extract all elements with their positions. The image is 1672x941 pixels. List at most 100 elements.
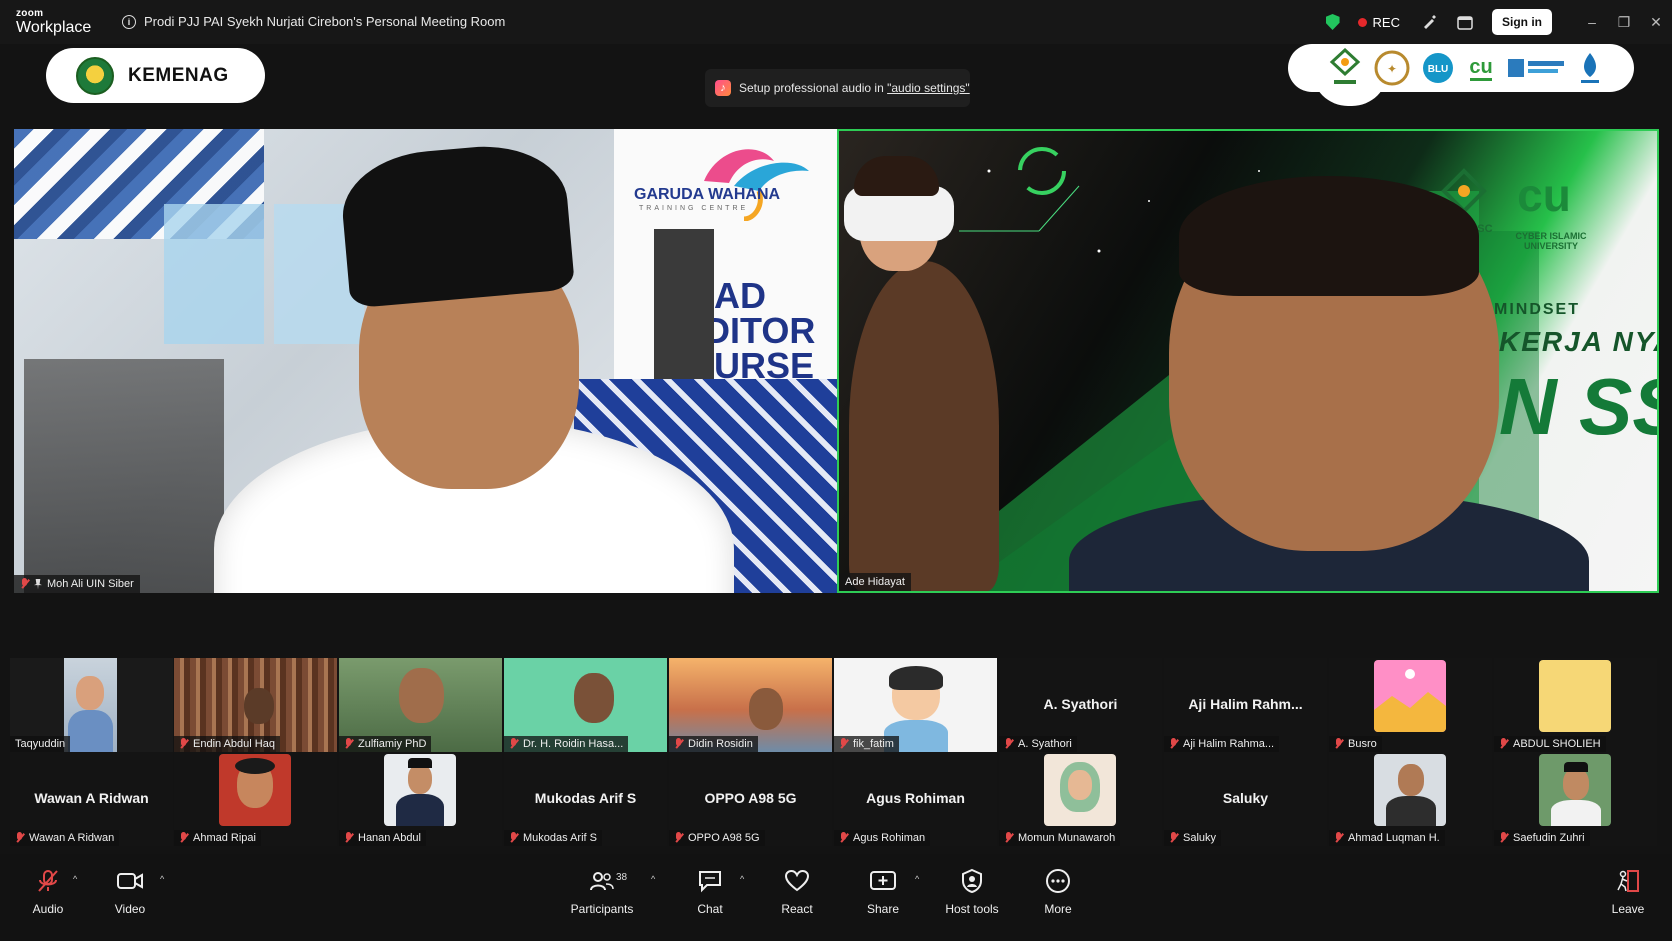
more-button[interactable]: More (1018, 868, 1098, 916)
mic-muted-icon (509, 738, 518, 750)
pen-annotate-icon[interactable] (1420, 13, 1438, 31)
gallery-tile[interactable]: Taqyuddin (10, 658, 173, 752)
gallery-tile[interactable]: Ahmad Ripai (174, 752, 337, 846)
gallery-tile[interactable]: Zulfiamiy PhD (339, 658, 502, 752)
kemenag-badge: KEMENAG (46, 48, 265, 103)
anniversary-badge-icon: ✦ (1374, 50, 1410, 86)
participant-video-feed (244, 688, 274, 724)
gallery-tile[interactable]: Hanan Abdul (339, 752, 502, 846)
slide-line-1: MINDSET (1494, 301, 1580, 318)
mic-muted-icon (1499, 832, 1508, 844)
name-tag: Busro (1329, 736, 1382, 752)
share-options-chevron-icon[interactable]: ^ (915, 874, 919, 884)
gallery-tile[interactable]: Busro (1329, 658, 1492, 752)
participant-name: A. Syathori (1018, 738, 1072, 750)
name-tag: A. Syathori (999, 736, 1077, 752)
mic-muted-icon (15, 832, 24, 844)
participant-video-feed (574, 673, 614, 723)
chat-label: Chat (697, 902, 723, 916)
zoom-workplace-logo: zoom Workplace (16, 9, 91, 36)
leave-door-icon (1617, 870, 1639, 892)
peci-cap-decoration (337, 139, 576, 309)
avatar (1044, 754, 1116, 826)
meeting-info-button[interactable]: i Prodi PJJ PAI Syekh Nurjati Cirebon's … (122, 14, 505, 29)
gallery-tile[interactable]: Momun Munawaroh (999, 752, 1162, 846)
gallery-tile[interactable]: A. Syathori A. Syathori (999, 658, 1162, 752)
recording-indicator[interactable]: REC (1357, 15, 1400, 30)
participants-button[interactable]: Participants (562, 868, 642, 916)
audio-settings-tip[interactable]: ♪ Setup professional audio in "audio set… (705, 69, 970, 107)
gallery-tile[interactable]: Saluky Saluky (1164, 752, 1327, 846)
info-icon: i (122, 14, 136, 29)
chat-button[interactable]: Chat (670, 868, 750, 916)
mic-muted-icon (1169, 832, 1178, 844)
window-decoration (164, 204, 264, 344)
slide-line-1: AD (714, 275, 766, 316)
video-button[interactable]: Video (90, 868, 170, 916)
participant-display-name: OPPO A98 5G (704, 790, 797, 806)
music-note-icon: ♪ (715, 80, 731, 96)
audio-tip-prefix: Setup professional audio in (739, 81, 888, 95)
heart-icon (784, 869, 810, 892)
gallery-tile[interactable]: Didin Rosidin (669, 658, 832, 752)
participant-name: Saefudin Zuhri (1513, 832, 1585, 844)
participants-options-chevron-icon[interactable]: ^ (651, 874, 655, 884)
audio-options-chevron-icon[interactable]: ^ (73, 874, 77, 884)
name-tag: Ahmad Luqman H. (1329, 830, 1445, 846)
name-tag: Aji Halim Rahma... (1164, 736, 1280, 752)
gallery-tile[interactable]: Ahmad Luqman H. (1329, 752, 1492, 846)
participant-name: Hanan Abdul (358, 832, 421, 844)
gallery-tile[interactable]: Dr. H. Roidin Hasa... (504, 658, 667, 752)
gallery-tile[interactable]: Wawan A Ridwan Wawan A Ridwan (10, 752, 173, 846)
title-bar: zoom Workplace i Prodi PJJ PAI Syekh Nur… (0, 0, 1672, 44)
more-label: More (1044, 902, 1072, 916)
slide-line-3: URSE (714, 345, 815, 386)
gallery-tile[interactable]: Endin Abdul Haq (174, 658, 337, 752)
gallery-tile[interactable]: Saefudin Zuhri (1494, 752, 1657, 846)
audio-settings-link[interactable]: "audio settings" (887, 81, 970, 95)
minimize-icon[interactable]: – (1576, 14, 1608, 30)
slide-line-2: DITOR (704, 310, 816, 351)
gallery-tile[interactable]: fik_fatim (834, 658, 997, 752)
participant-display-name: Mukodas Arif S (534, 790, 637, 806)
gallery-tile[interactable]: OPPO A98 5G OPPO A98 5G (669, 752, 832, 846)
host-tools-label: Host tools (945, 902, 999, 916)
brand-bottom: Workplace (16, 19, 92, 36)
name-tag: ABDUL SHOLIEH (1494, 736, 1606, 752)
participant-name: Ade Hidayat (845, 576, 905, 588)
name-tag: Endin Abdul Haq (174, 736, 280, 752)
participant-video-feed (399, 668, 444, 723)
name-tag: Zulfiamiy PhD (339, 736, 432, 752)
gallery-tile[interactable]: Agus Rohiman Agus Rohiman (834, 752, 997, 846)
host-tools-button[interactable]: Host tools (932, 868, 1012, 916)
restore-icon[interactable]: ❐ (1608, 14, 1640, 31)
share-screen-icon (870, 871, 896, 890)
mic-muted-icon (1004, 832, 1013, 844)
video-tile-main-left[interactable]: GARUDA WAHANA TRAINING CENTRE AD DITOR U… (14, 129, 837, 593)
chat-options-chevron-icon[interactable]: ^ (740, 874, 744, 884)
name-tag: Mukodas Arif S (504, 830, 602, 846)
participant-name: fik_fatim (853, 738, 894, 750)
participant-name: Didin Rosidin (688, 738, 753, 750)
name-tag: Taqyuddin (10, 736, 71, 752)
calendar-icon[interactable] (1456, 13, 1474, 31)
mic-muted-icon (344, 832, 353, 844)
participant-name: Moh Ali UIN Siber (47, 578, 134, 590)
svg-text:cu: cu (1469, 56, 1492, 78)
cyber-islamic-slide-logo-icon: cu (1517, 169, 1571, 221)
avatar (384, 754, 456, 826)
video-options-chevron-icon[interactable]: ^ (160, 874, 164, 884)
react-button[interactable]: React (757, 868, 837, 916)
gallery-tile[interactable]: ABDUL SHOLIEH (1494, 658, 1657, 752)
close-icon[interactable]: ✕ (1640, 14, 1672, 31)
security-shield-icon[interactable] (1325, 14, 1340, 30)
gallery-tile[interactable]: Mukodas Arif S Mukodas Arif S (504, 752, 667, 846)
leave-label: Leave (1611, 902, 1645, 916)
sign-in-button[interactable]: Sign in (1492, 9, 1552, 35)
leave-button[interactable]: Leave (1588, 868, 1668, 916)
kemenag-logo-icon (76, 56, 114, 95)
share-button[interactable]: Share (843, 868, 923, 916)
video-tile-main-right-active-speaker[interactable]: UINSSC cu CYBER ISLAMIC UNIVERSITY MINDS… (837, 129, 1659, 593)
gallery-tile[interactable]: Aji Halim Rahm... Aji Halim Rahma... (1164, 658, 1327, 752)
pusaka-logo-icon (1581, 53, 1599, 83)
